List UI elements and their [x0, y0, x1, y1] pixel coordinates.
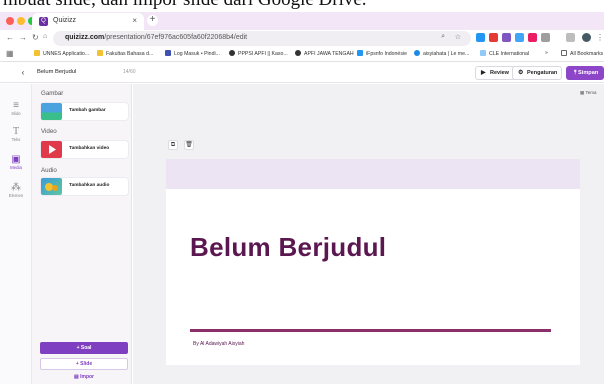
- extension-icon[interactable]: [515, 33, 524, 42]
- bookmark-item[interactable]: Log Masuk • Pindi...: [165, 50, 220, 57]
- elements-icon: ⁂: [11, 182, 21, 193]
- duplicate-slide-icon[interactable]: ⧉: [168, 140, 178, 150]
- audio-thumbnail-icon: [41, 178, 62, 195]
- url-path: /presentation/67ef976ac605fa60f22068b4/e…: [104, 34, 248, 41]
- rail-item-media[interactable]: ▣ Media: [0, 154, 32, 170]
- profile-icon[interactable]: [582, 33, 591, 42]
- add-slide-button[interactable]: + Slide: [40, 358, 128, 370]
- tab-close-icon[interactable]: ×: [132, 16, 137, 25]
- slide-divider: [190, 329, 551, 332]
- delete-slide-icon[interactable]: 🗑: [184, 140, 194, 150]
- quizizz-favicon-icon: Q: [39, 17, 48, 26]
- slide-header-band: [166, 159, 580, 189]
- bookmark-item[interactable]: aisyiahata | Le me...: [414, 50, 469, 57]
- import-button[interactable]: ▤ Impor: [40, 374, 128, 384]
- play-icon: ▶: [481, 70, 486, 76]
- title-input[interactable]: Belum Berjudul: [37, 69, 76, 75]
- browser-tab[interactable]: Q Quizizz ×: [32, 13, 144, 30]
- add-question-button[interactable]: + Soal: [40, 342, 128, 354]
- caption-text: mbuat slide, dan impor slide dari Google…: [0, 0, 604, 11]
- home-icon[interactable]: ⌂: [43, 33, 47, 40]
- tab-title: Quizizz: [53, 17, 76, 24]
- bookmark-item[interactable]: Fakultas Bahasa d...: [97, 50, 153, 57]
- add-video-button[interactable]: Tambahkan video: [41, 141, 128, 158]
- import-icon: ▤: [73, 374, 79, 380]
- new-tab-button[interactable]: +: [147, 15, 158, 26]
- bookmark-item[interactable]: APFI JAWA TENGAH: [295, 50, 354, 57]
- rail-item-text[interactable]: T Teks: [0, 126, 32, 142]
- theme-button[interactable]: ▩ Tema: [580, 90, 596, 96]
- extension-icon[interactable]: [566, 33, 575, 42]
- settings-button[interactable]: ⚙ Pengaturan: [512, 66, 562, 80]
- minimize-window-icon[interactable]: [17, 17, 25, 25]
- close-window-icon[interactable]: [6, 17, 14, 25]
- palette-icon: ▩: [580, 90, 585, 95]
- rail-item-slide[interactable]: ≡ Slide: [0, 100, 32, 116]
- extension-icon[interactable]: [541, 33, 550, 42]
- search-icon[interactable]: ⌕: [441, 33, 445, 41]
- section-image-title: Gambar: [41, 90, 64, 97]
- slide-byline[interactable]: By Al Adawiyah Aisyiah: [193, 341, 244, 347]
- rail-item-elements[interactable]: ⁂ Elemen: [0, 182, 32, 198]
- back-nav-icon[interactable]: ←: [6, 33, 14, 42]
- bookmarks-overflow[interactable]: »: [545, 50, 548, 56]
- text-icon: T: [12, 126, 20, 137]
- back-button[interactable]: ‹: [16, 67, 30, 79]
- bookmark-item[interactable]: CLE International: [480, 50, 529, 57]
- title-char-count: 14/60: [123, 69, 136, 75]
- apps-grid-icon[interactable]: ▦: [6, 49, 14, 58]
- bookmark-item[interactable]: iFpsnfo Indonésie: [357, 50, 407, 57]
- extension-icon[interactable]: [489, 33, 498, 42]
- extension-icon[interactable]: [528, 33, 537, 42]
- all-bookmarks[interactable]: All Bookmarks: [561, 50, 603, 57]
- bookmark-star-icon[interactable]: ☆: [455, 33, 461, 41]
- add-image-button[interactable]: Tambah gambar: [41, 103, 128, 120]
- gear-icon: ⚙: [518, 70, 524, 76]
- more-menu-icon[interactable]: ⋮: [596, 33, 604, 42]
- forward-nav-icon[interactable]: →: [19, 33, 27, 42]
- bookmark-item[interactable]: UNNES Applicatio...: [34, 50, 89, 57]
- section-video-title: Video: [41, 128, 57, 135]
- media-icon: ▣: [11, 154, 21, 165]
- bookmark-item[interactable]: PPPSI APFI || Kaso...: [229, 50, 288, 57]
- extension-icon[interactable]: [476, 33, 485, 42]
- add-audio-button[interactable]: Tambahkan audio: [41, 178, 128, 195]
- slide-title[interactable]: Belum Berjudul: [190, 232, 386, 263]
- image-thumbnail-icon: [41, 103, 62, 120]
- address-bar[interactable]: quizizz.com/presentation/67ef976ac605fa6…: [53, 31, 471, 46]
- upload-icon: ⤒: [574, 70, 577, 76]
- tool-rail: ≡ Slide T Teks ▣ Media ⁂ Elemen: [0, 84, 32, 384]
- slides-icon: ≡: [13, 100, 19, 111]
- extension-icon[interactable]: [502, 33, 511, 42]
- save-button[interactable]: ⤒ Simpan: [566, 66, 604, 80]
- reload-icon[interactable]: ↻: [32, 33, 39, 42]
- url-host: quizizz.com: [65, 34, 105, 41]
- video-thumbnail-icon: [41, 141, 62, 158]
- section-audio-title: Audio: [41, 167, 57, 174]
